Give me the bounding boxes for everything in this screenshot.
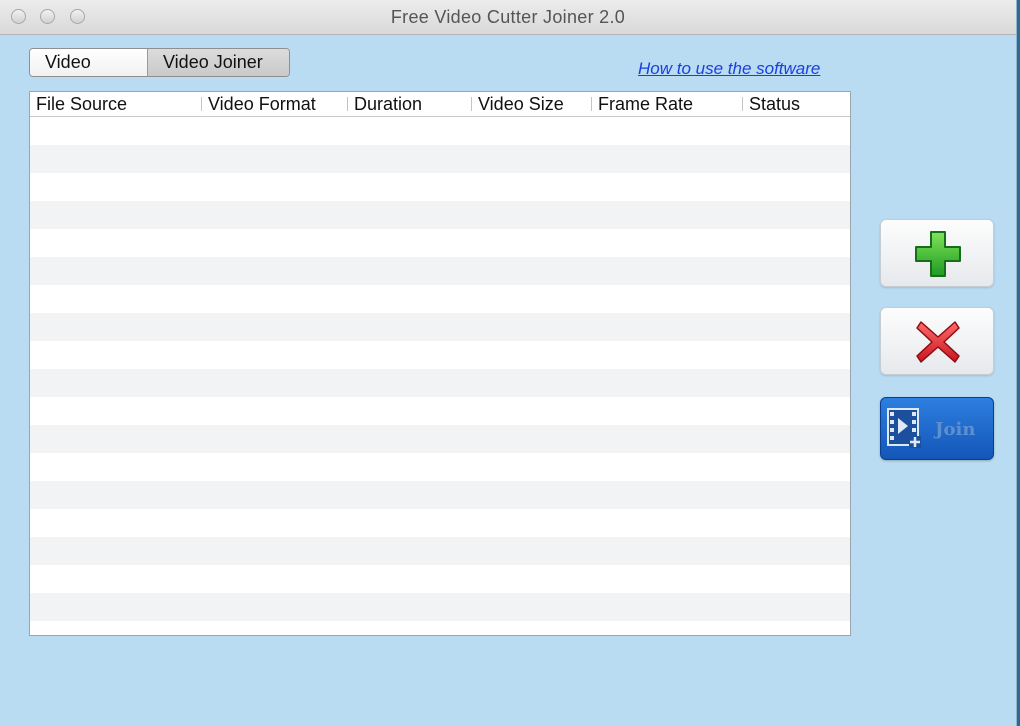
table-row	[30, 285, 850, 313]
tab-video-joiner[interactable]: Video Joiner	[147, 49, 289, 76]
column-header-file-source[interactable]: File Source	[30, 92, 202, 116]
table-row	[30, 565, 850, 593]
table-row	[30, 593, 850, 621]
table-row	[30, 481, 850, 509]
table-row	[30, 509, 850, 537]
table-row	[30, 173, 850, 201]
table-header: File Source Video Format Duration Video …	[30, 92, 850, 117]
table-body	[30, 117, 850, 635]
help-link[interactable]: How to use the software	[638, 59, 820, 79]
remove-file-button[interactable]	[880, 307, 994, 375]
column-header-video-size[interactable]: Video Size	[472, 92, 592, 116]
join-label: Join	[935, 419, 976, 440]
column-header-status[interactable]: Status	[743, 92, 850, 116]
add-file-button[interactable]	[880, 219, 994, 287]
tab-video-cutter[interactable]: Video Cutter	[30, 49, 147, 76]
table-row	[30, 117, 850, 145]
red-x-icon	[916, 321, 960, 363]
column-header-frame-rate[interactable]: Frame Rate	[592, 92, 743, 116]
table-row	[30, 425, 850, 453]
app-window: Free Video Cutter Joiner 2.0 Video Cutte…	[0, 0, 1017, 726]
table-row	[30, 369, 850, 397]
film-add-icon	[887, 408, 921, 448]
file-list-table[interactable]: File Source Video Format Duration Video …	[29, 91, 851, 636]
table-row	[30, 313, 850, 341]
table-row	[30, 537, 850, 565]
table-row	[30, 621, 850, 635]
join-button[interactable]: Join	[880, 397, 994, 460]
column-header-duration[interactable]: Duration	[348, 92, 472, 116]
table-row	[30, 229, 850, 257]
table-row	[30, 145, 850, 173]
mode-tabs: Video Cutter Video Joiner	[29, 48, 290, 77]
table-row	[30, 257, 850, 285]
table-row	[30, 341, 850, 369]
title-bar: Free Video Cutter Joiner 2.0	[0, 0, 1016, 35]
table-row	[30, 397, 850, 425]
table-row	[30, 201, 850, 229]
green-plus-icon	[915, 231, 961, 277]
window-title: Free Video Cutter Joiner 2.0	[390, 7, 626, 27]
column-header-video-format[interactable]: Video Format	[202, 92, 348, 116]
table-row	[30, 453, 850, 481]
